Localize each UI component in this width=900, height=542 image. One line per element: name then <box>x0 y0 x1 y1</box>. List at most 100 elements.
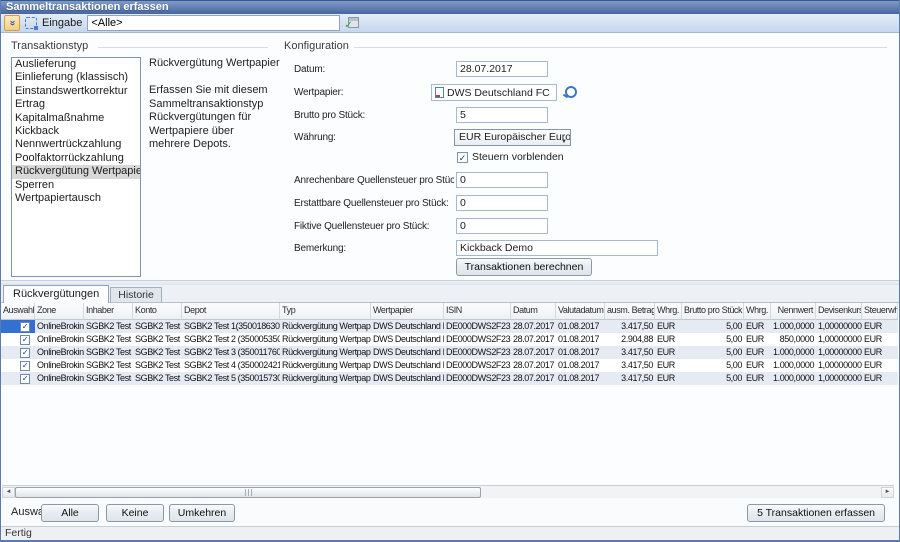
table-cell[interactable]: DWS Deutschland FC <box>371 333 444 346</box>
column-header[interactable]: Valutadatum <box>556 303 605 320</box>
waehrung-select[interactable]: EUR Europäischer Euro ▼ <box>454 129 571 146</box>
wertpapier-field[interactable]: DWS Deutschland FC <box>431 84 557 101</box>
table-cell[interactable]: SGBK2 Test 4 <box>84 359 133 372</box>
row-select-cell[interactable]: ✓ <box>1 346 35 359</box>
transaktionstyp-item[interactable]: Auslieferung <box>12 58 140 71</box>
table-cell[interactable]: 01.08.2017 <box>556 372 605 385</box>
table-cell[interactable]: EUR <box>744 372 771 385</box>
scroll-left-icon[interactable]: ◄ <box>2 487 15 498</box>
table-row[interactable]: ✓OnlineBroking-SGBK2 Test 2SGBK2 Test 2S… <box>1 333 898 346</box>
table-cell[interactable]: EUR <box>744 346 771 359</box>
tab-historie[interactable]: Historie <box>110 287 162 302</box>
table-cell[interactable]: 5,00 <box>682 333 744 346</box>
table-cell[interactable]: OnlineBroking- <box>35 372 84 385</box>
column-header[interactable]: Depot <box>182 303 280 320</box>
table-cell[interactable]: SGBK2 Test 4 <box>133 359 182 372</box>
table-cell[interactable]: 01.08.2017 <box>556 346 605 359</box>
column-header[interactable]: ausm. Betrag <box>605 303 655 320</box>
table-cell[interactable]: SGBK2 Test 1 <box>84 320 133 333</box>
table-cell[interactable]: SGBK2 Test 2 <box>84 333 133 346</box>
scrollbar-thumb[interactable] <box>15 487 481 498</box>
table-cell[interactable]: SGBK2 Test 1 <box>133 320 182 333</box>
transaktionstyp-item[interactable]: Nennwertrückzahlung <box>12 138 140 151</box>
table-cell[interactable]: 5,00 <box>682 346 744 359</box>
selection-frame-icon[interactable] <box>25 17 37 29</box>
table-cell[interactable]: SGBK2 Test 3 (3500117605) <box>182 346 280 359</box>
column-header[interactable]: Auswahl <box>1 303 35 320</box>
column-header[interactable]: Brutto pro Stück <box>682 303 744 320</box>
table-cell[interactable]: 2.904,88 <box>605 333 655 346</box>
table-cell[interactable]: DE000DWS2F23 <box>444 372 511 385</box>
table-cell[interactable]: SGBK2 Test 2 (3500053509) <box>182 333 280 346</box>
table-cell[interactable]: 28.07.2017 <box>511 359 556 372</box>
table-cell[interactable]: 5,00 <box>682 359 744 372</box>
table-cell[interactable]: Rückvergütung Wertpapier <box>280 320 371 333</box>
column-header[interactable]: Devisenkurs <box>816 303 862 320</box>
table-cell[interactable]: 3.417,50 <box>605 346 655 359</box>
row-checkbox[interactable]: ✓ <box>20 348 30 358</box>
transaktionstyp-item[interactable]: Einstandswertkorrektur <box>12 85 140 98</box>
column-header[interactable]: Typ <box>280 303 371 320</box>
table-cell[interactable]: Rückvergütung Wertpapier <box>280 372 371 385</box>
column-header[interactable]: Zone <box>35 303 84 320</box>
table-cell[interactable]: EUR <box>655 320 682 333</box>
brutto-field[interactable]: 5 <box>456 107 548 123</box>
table-cell[interactable]: EUR <box>655 333 682 346</box>
erstattbare-field[interactable]: 0 <box>456 195 548 211</box>
transaktionstyp-item[interactable]: Kickback <box>12 125 140 138</box>
table-cell[interactable]: 1.000,0000 <box>771 359 816 372</box>
row-checkbox[interactable]: ✓ <box>20 361 30 371</box>
scroll-right-icon[interactable]: ► <box>881 487 894 498</box>
table-cell[interactable]: SGBK2 Test 3 <box>84 346 133 359</box>
transaktionstyp-list[interactable]: AuslieferungEinlieferung (klassisch)Eins… <box>11 57 141 277</box>
row-select-cell[interactable]: ✓ <box>1 320 35 333</box>
steuern-checkbox[interactable]: ✓ <box>457 152 468 163</box>
table-cell[interactable]: 850,0000 <box>771 333 816 346</box>
table-cell[interactable]: 01.08.2017 <box>556 359 605 372</box>
table-row[interactable]: ✓OnlineBroking-SGBK2 Test 4SGBK2 Test 4S… <box>1 359 898 372</box>
transaktionstyp-item[interactable]: Einlieferung (klassisch) <box>12 71 140 84</box>
transaktionstyp-item[interactable]: Rückvergütung Wertpapier <box>12 165 140 178</box>
table-cell[interactable]: SGBK2 Test 5 (3500157305) <box>182 372 280 385</box>
bemerkung-field[interactable]: Kickback Demo <box>456 240 658 256</box>
column-header[interactable]: Whrg. <box>655 303 682 320</box>
transaktionen-berechnen-button[interactable]: Transaktionen berechnen <box>456 258 592 276</box>
column-header[interactable]: Steuerwhrg. <box>862 303 898 320</box>
table-cell[interactable]: 1.000,0000 <box>771 320 816 333</box>
table-cell[interactable]: 1,00000000 <box>816 359 862 372</box>
row-select-cell[interactable]: ✓ <box>1 359 35 372</box>
table-cell[interactable]: DE000DWS2F23 <box>444 359 511 372</box>
table-cell[interactable]: 01.08.2017 <box>556 320 605 333</box>
column-header[interactable]: Datum <box>511 303 556 320</box>
table-cell[interactable]: EUR <box>862 320 898 333</box>
table-cell[interactable]: Rückvergütung Wertpapier <box>280 346 371 359</box>
table-cell[interactable]: EUR <box>744 320 771 333</box>
table-cell[interactable]: EUR <box>862 333 898 346</box>
table-cell[interactable]: 28.07.2017 <box>511 320 556 333</box>
table-cell[interactable]: 1.000,0000 <box>771 372 816 385</box>
table-cell[interactable]: 3.417,50 <box>605 372 655 385</box>
table-cell[interactable]: 28.07.2017 <box>511 333 556 346</box>
anrechenbare-field[interactable]: 0 <box>456 172 548 188</box>
table-cell[interactable]: OnlineBroking- <box>35 333 84 346</box>
table-cell[interactable]: EUR <box>744 333 771 346</box>
table-cell[interactable]: 3.417,50 <box>605 320 655 333</box>
table-cell[interactable]: 01.08.2017 <box>556 333 605 346</box>
table-cell[interactable]: EUR <box>744 359 771 372</box>
table-cell[interactable]: DWS Deutschland FC <box>371 372 444 385</box>
row-checkbox[interactable]: ✓ <box>20 322 30 332</box>
row-checkbox[interactable]: ✓ <box>20 335 30 345</box>
table-cell[interactable]: 5,00 <box>682 372 744 385</box>
table-cell[interactable]: EUR <box>862 372 898 385</box>
alle-button[interactable]: Alle <box>41 504 99 522</box>
table-cell[interactable]: SGBK2 Test 2 <box>133 333 182 346</box>
table-row[interactable]: ✓OnlineBroking-SGBK2 Test 5SGBK2 Test 5S… <box>1 372 898 385</box>
table-cell[interactable]: SGBK2 Test 5 <box>84 372 133 385</box>
row-checkbox[interactable]: ✓ <box>20 374 30 384</box>
column-header[interactable]: Nennwert <box>771 303 816 320</box>
table-cell[interactable]: 28.07.2017 <box>511 346 556 359</box>
table-cell[interactable]: DWS Deutschland FC <box>371 359 444 372</box>
table-cell[interactable]: 1,00000000 <box>816 333 862 346</box>
table-cell[interactable]: DWS Deutschland FC <box>371 346 444 359</box>
table-cell[interactable]: 1,00000000 <box>816 372 862 385</box>
